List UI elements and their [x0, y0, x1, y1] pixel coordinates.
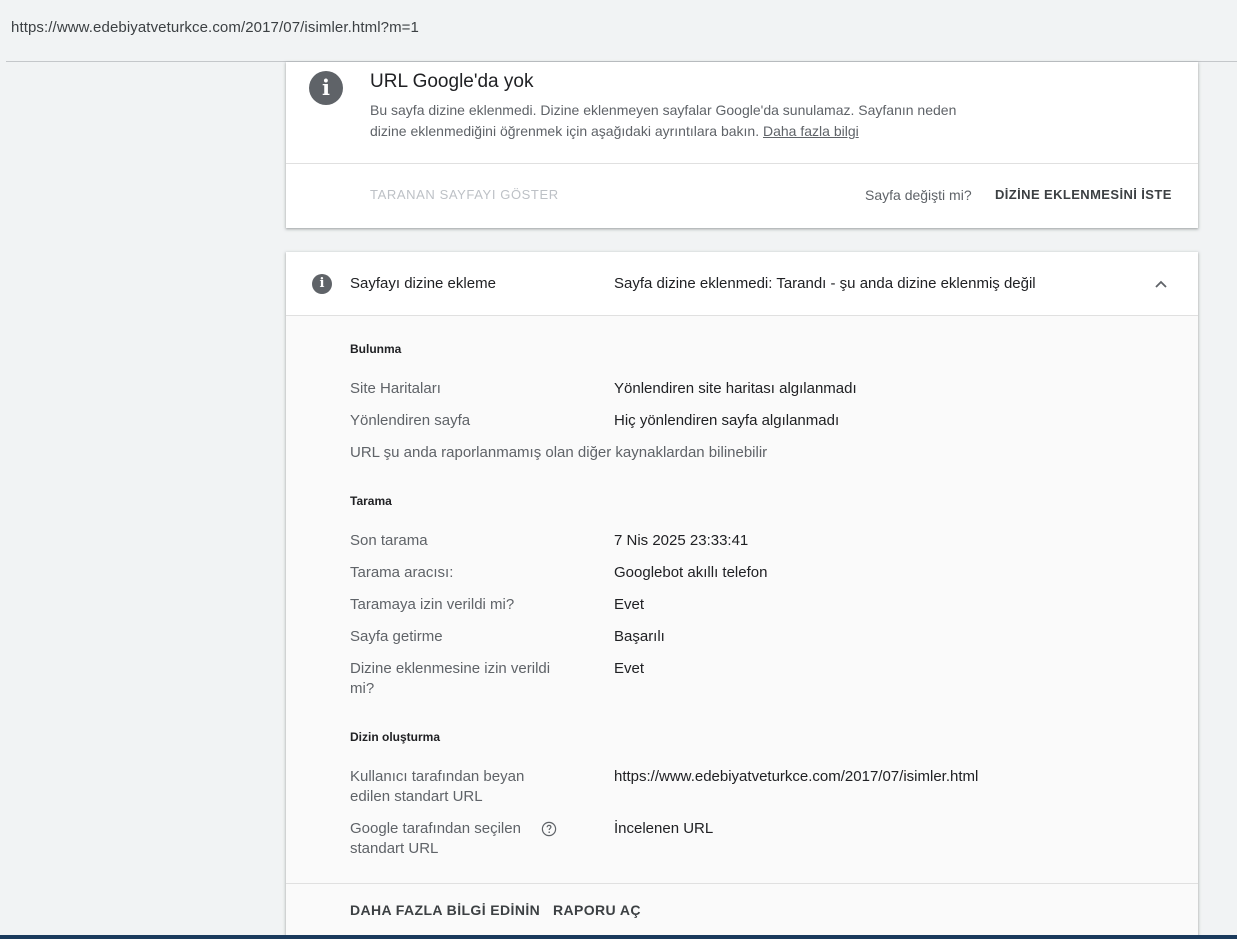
info-icon: i	[312, 274, 332, 294]
page-indexing-header[interactable]: i Sayfayı dizine ekleme Sayfa dizine ekl…	[286, 252, 1198, 316]
request-indexing-button[interactable]: DİZİNE EKLENMESİNİ İSTE	[995, 187, 1172, 202]
indexing-allowed-value: Evet	[614, 660, 645, 677]
sitemaps-value: Yönlendiren site haritası algılanmadı	[614, 380, 857, 397]
learn-more-link[interactable]: Daha fazla bilgi	[763, 123, 859, 139]
google-canonical-label-line2: standart URL	[350, 840, 439, 857]
crawled-as-value: Googlebot akıllı telefon	[614, 564, 768, 581]
crawled-as-label: Tarama aracısı:	[350, 564, 454, 581]
status-description-text: Bu sayfa dizine eklenmedi. Dizine eklenm…	[370, 102, 957, 139]
help-icon[interactable]	[541, 821, 557, 837]
sitemaps-label: Site Haritaları	[350, 380, 441, 397]
status-title: URL Google'da yok	[370, 71, 534, 92]
url-bar[interactable]: https://www.edebiyatveturkce.com/2017/07…	[0, 0, 1237, 62]
status-description: Bu sayfa dizine eklenmedi. Dizine eklenm…	[370, 100, 970, 142]
open-report-button[interactable]: RAPORU AÇ	[553, 902, 641, 918]
page-indexing-status: Sayfa dizine eklenmedi: Tarandı - şu and…	[614, 275, 1036, 292]
page-indexing-card: i Sayfayı dizine ekleme Sayfa dizine ekl…	[286, 252, 1198, 935]
url-status-card: i URL Google'da yok Bu sayfa dizine ekle…	[286, 62, 1198, 228]
card-divider	[286, 163, 1198, 164]
view-crawled-page-button[interactable]: TARANAN SAYFAYI GÖSTER	[370, 187, 559, 202]
crawl-allowed-label: Taramaya izin verildi mi?	[350, 596, 515, 613]
bottom-bar	[0, 935, 1237, 939]
user-canonical-label-line1: Kullanıcı tarafından beyan	[350, 768, 525, 785]
section-title-indexing: Dizin oluşturma	[350, 730, 441, 744]
section-title-discovery: Bulunma	[350, 342, 402, 356]
google-canonical-label-line1: Google tarafından seçilen	[350, 820, 521, 837]
last-crawl-label: Son tarama	[350, 532, 428, 549]
indexing-allowed-label-line2: mi?	[350, 680, 375, 697]
chevron-up-icon[interactable]	[1153, 276, 1169, 292]
left-gutter	[0, 62, 286, 935]
section-title-crawl: Tarama	[350, 494, 392, 508]
user-canonical-label-line2: edilen standart URL	[350, 788, 483, 805]
referring-page-value: Hiç yönlendiren sayfa algılanmadı	[614, 412, 840, 429]
crawl-allowed-value: Evet	[614, 596, 645, 613]
referring-page-label: Yönlendiren sayfa	[350, 412, 471, 429]
last-crawl-value: 7 Nis 2025 23:33:41	[614, 532, 749, 549]
page-fetch-label: Sayfa getirme	[350, 628, 443, 645]
learn-more-button[interactable]: DAHA FAZLA BİLGİ EDİNİN	[350, 902, 540, 918]
discovery-note: URL şu anda raporlanmamış olan diğer kay…	[350, 444, 768, 461]
indexing-allowed-label-line1: Dizine eklenmesine izin verildi	[350, 660, 551, 677]
page-indexing-label: Sayfayı dizine ekleme	[350, 275, 496, 292]
url-text[interactable]: https://www.edebiyatveturkce.com/2017/07…	[11, 19, 419, 36]
google-canonical-value: İncelenen URL	[614, 820, 714, 837]
user-canonical-value: https://www.edebiyatveturkce.com/2017/07…	[614, 768, 979, 785]
page-changed-text: Sayfa değişti mi?	[865, 187, 972, 203]
page-fetch-value: Başarılı	[614, 628, 665, 645]
footer-divider	[286, 883, 1198, 884]
info-icon: i	[309, 71, 343, 105]
